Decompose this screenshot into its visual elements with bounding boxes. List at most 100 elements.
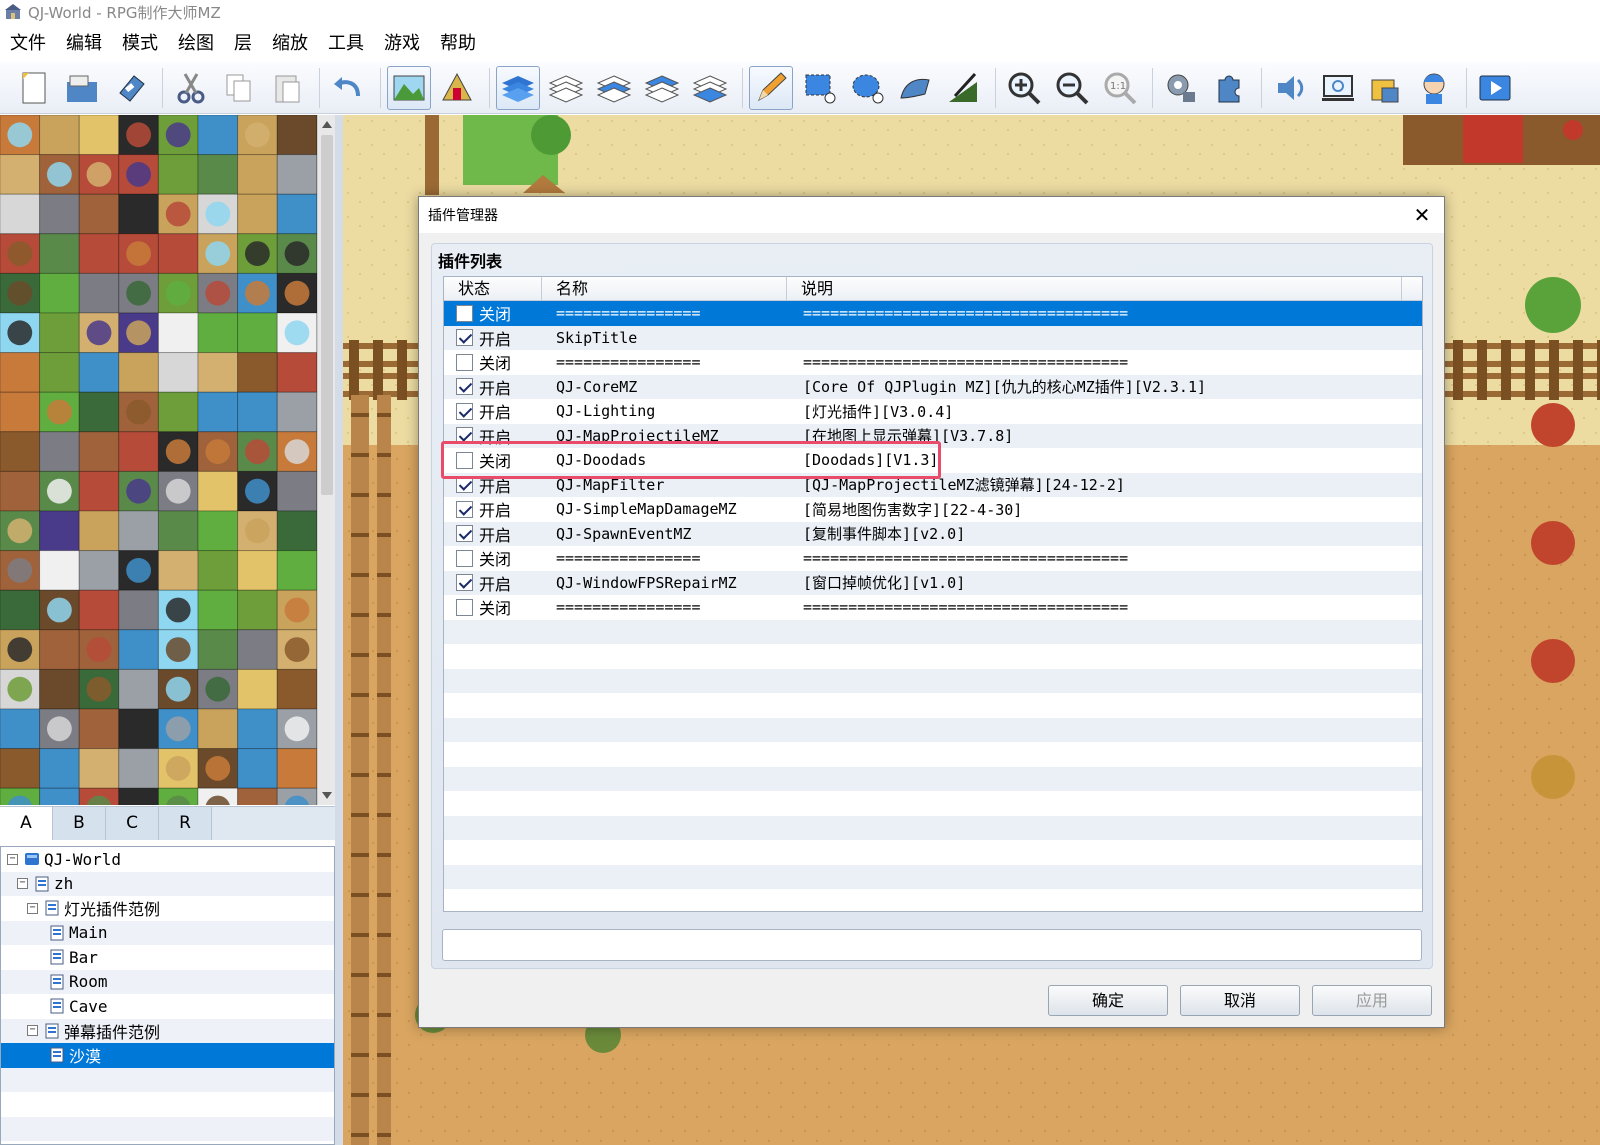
tile[interactable] xyxy=(39,233,80,274)
plugin-table[interactable]: 状态 名称 说明 关闭 ================ =============… xyxy=(443,276,1423,912)
map-tree-item[interactable]: Room xyxy=(1,969,334,994)
plugin-enabled-checkbox[interactable] xyxy=(456,525,473,543)
empty-plugin-row[interactable] xyxy=(444,619,1422,644)
tile[interactable] xyxy=(78,272,120,314)
tile[interactable] xyxy=(39,629,80,670)
menu-item-5[interactable]: 缩放 xyxy=(262,30,318,58)
tileset-image[interactable] xyxy=(0,115,317,805)
empty-plugin-row[interactable] xyxy=(444,668,1422,693)
map-tree-item[interactable]: Bar xyxy=(1,945,334,970)
tile[interactable] xyxy=(197,312,239,354)
plugin-enabled-checkbox[interactable] xyxy=(456,598,473,616)
tile[interactable] xyxy=(118,787,159,805)
tile[interactable] xyxy=(276,352,317,393)
tileset-scrollbar[interactable] xyxy=(317,115,335,805)
empty-plugin-row[interactable] xyxy=(444,644,1422,669)
apply-button[interactable]: 应用 xyxy=(1312,985,1432,1016)
plugin-manager-button[interactable] xyxy=(1207,66,1251,110)
column-header-description[interactable]: 说明 xyxy=(787,277,1402,300)
tile[interactable] xyxy=(39,115,80,156)
tile[interactable] xyxy=(237,787,278,805)
tileset-tab-r[interactable]: R xyxy=(159,807,212,840)
tile[interactable] xyxy=(197,629,239,670)
tile[interactable] xyxy=(237,589,278,631)
map-tree-item[interactable]: − zh xyxy=(1,871,334,896)
cancel-button[interactable]: 取消 xyxy=(1180,985,1300,1016)
tile[interactable] xyxy=(157,233,199,274)
map-tree-item[interactable]: − 弹幕插件范例 xyxy=(1,1018,334,1043)
tile[interactable] xyxy=(0,748,41,789)
zoom-actual-button[interactable]: 1:1 xyxy=(1098,66,1142,110)
layer-auto-button[interactable] xyxy=(496,65,540,110)
tileset-tab-a[interactable]: A xyxy=(0,807,53,840)
plugin-enabled-checkbox[interactable] xyxy=(456,574,473,592)
layer-3-button[interactable] xyxy=(640,66,684,110)
tile[interactable] xyxy=(276,748,317,789)
ellipse-button[interactable] xyxy=(845,66,889,110)
tile[interactable] xyxy=(78,115,120,156)
tile[interactable] xyxy=(39,431,80,472)
tile[interactable] xyxy=(0,431,41,472)
tile[interactable] xyxy=(237,154,278,195)
tile[interactable] xyxy=(39,352,80,393)
tile[interactable] xyxy=(78,193,120,235)
plugin-enabled-checkbox[interactable] xyxy=(456,402,473,420)
empty-plugin-row[interactable] xyxy=(444,864,1422,889)
column-header-name[interactable]: 名称 xyxy=(542,277,787,300)
menu-item-1[interactable]: 编辑 xyxy=(56,30,112,58)
tile[interactable] xyxy=(118,708,159,750)
tile[interactable] xyxy=(118,510,159,552)
tile[interactable] xyxy=(237,352,278,393)
tile[interactable] xyxy=(237,708,278,750)
tile[interactable] xyxy=(78,391,120,433)
empty-plugin-row[interactable] xyxy=(444,742,1422,767)
tile[interactable] xyxy=(276,193,317,235)
pencil-button[interactable] xyxy=(749,65,793,110)
column-header-status[interactable]: 状态 xyxy=(444,277,542,300)
plugin-row[interactable]: 开启 QJ-SpawnEventMZ [复制事件脚本][v2.0] xyxy=(444,521,1422,546)
tile[interactable] xyxy=(157,154,199,195)
tile[interactable] xyxy=(197,154,239,195)
tile[interactable] xyxy=(276,510,317,552)
tile[interactable] xyxy=(39,668,80,710)
copy-button[interactable] xyxy=(217,66,261,110)
plugin-enabled-checkbox[interactable] xyxy=(456,353,473,371)
map-tree-item[interactable]: − 灯光插件范例 xyxy=(1,896,334,921)
tile[interactable] xyxy=(197,115,239,156)
scrollbar-thumb[interactable] xyxy=(321,135,333,495)
event-searcher-button[interactable] xyxy=(1316,66,1360,110)
tile[interactable] xyxy=(0,193,41,235)
tile[interactable] xyxy=(78,352,120,393)
collapse-toggle-icon[interactable]: − xyxy=(17,878,28,890)
tile[interactable] xyxy=(237,550,278,591)
tileset-tab-b[interactable]: B xyxy=(53,807,106,840)
tile[interactable] xyxy=(197,550,239,591)
cut-button[interactable] xyxy=(169,66,213,110)
tile[interactable] xyxy=(78,233,120,274)
save-project-button[interactable] xyxy=(108,66,152,110)
plugin-row[interactable]: 关闭 ================ ======================… xyxy=(444,350,1422,375)
tile[interactable] xyxy=(197,510,239,552)
shadow-pen-button[interactable] xyxy=(941,66,985,110)
tile[interactable] xyxy=(78,431,120,472)
menu-item-0[interactable]: 文件 xyxy=(0,30,56,58)
tile[interactable] xyxy=(237,668,278,710)
tile[interactable] xyxy=(157,391,199,433)
empty-plugin-row[interactable] xyxy=(444,693,1422,718)
plugin-enabled-checkbox[interactable] xyxy=(456,378,473,396)
character-generator-button[interactable] xyxy=(1412,66,1456,110)
plugin-row[interactable]: 开启 QJ-Lighting [灯光插件][V3.0.4] xyxy=(444,399,1422,424)
scroll-down-icon[interactable] xyxy=(322,792,332,799)
open-project-button[interactable] xyxy=(60,66,104,110)
tile[interactable] xyxy=(78,748,120,789)
layer-4-button[interactable] xyxy=(688,66,732,110)
tileset-tab-c[interactable]: C xyxy=(106,807,159,840)
tile[interactable] xyxy=(78,589,120,631)
plugin-enabled-checkbox[interactable] xyxy=(456,500,473,518)
tile[interactable] xyxy=(197,352,239,393)
undo-button[interactable] xyxy=(326,66,370,110)
plugin-row[interactable]: 关闭 ================ ======================… xyxy=(444,595,1422,620)
tile[interactable] xyxy=(78,470,120,512)
sound-test-button[interactable] xyxy=(1268,66,1312,110)
tile[interactable] xyxy=(118,193,159,235)
